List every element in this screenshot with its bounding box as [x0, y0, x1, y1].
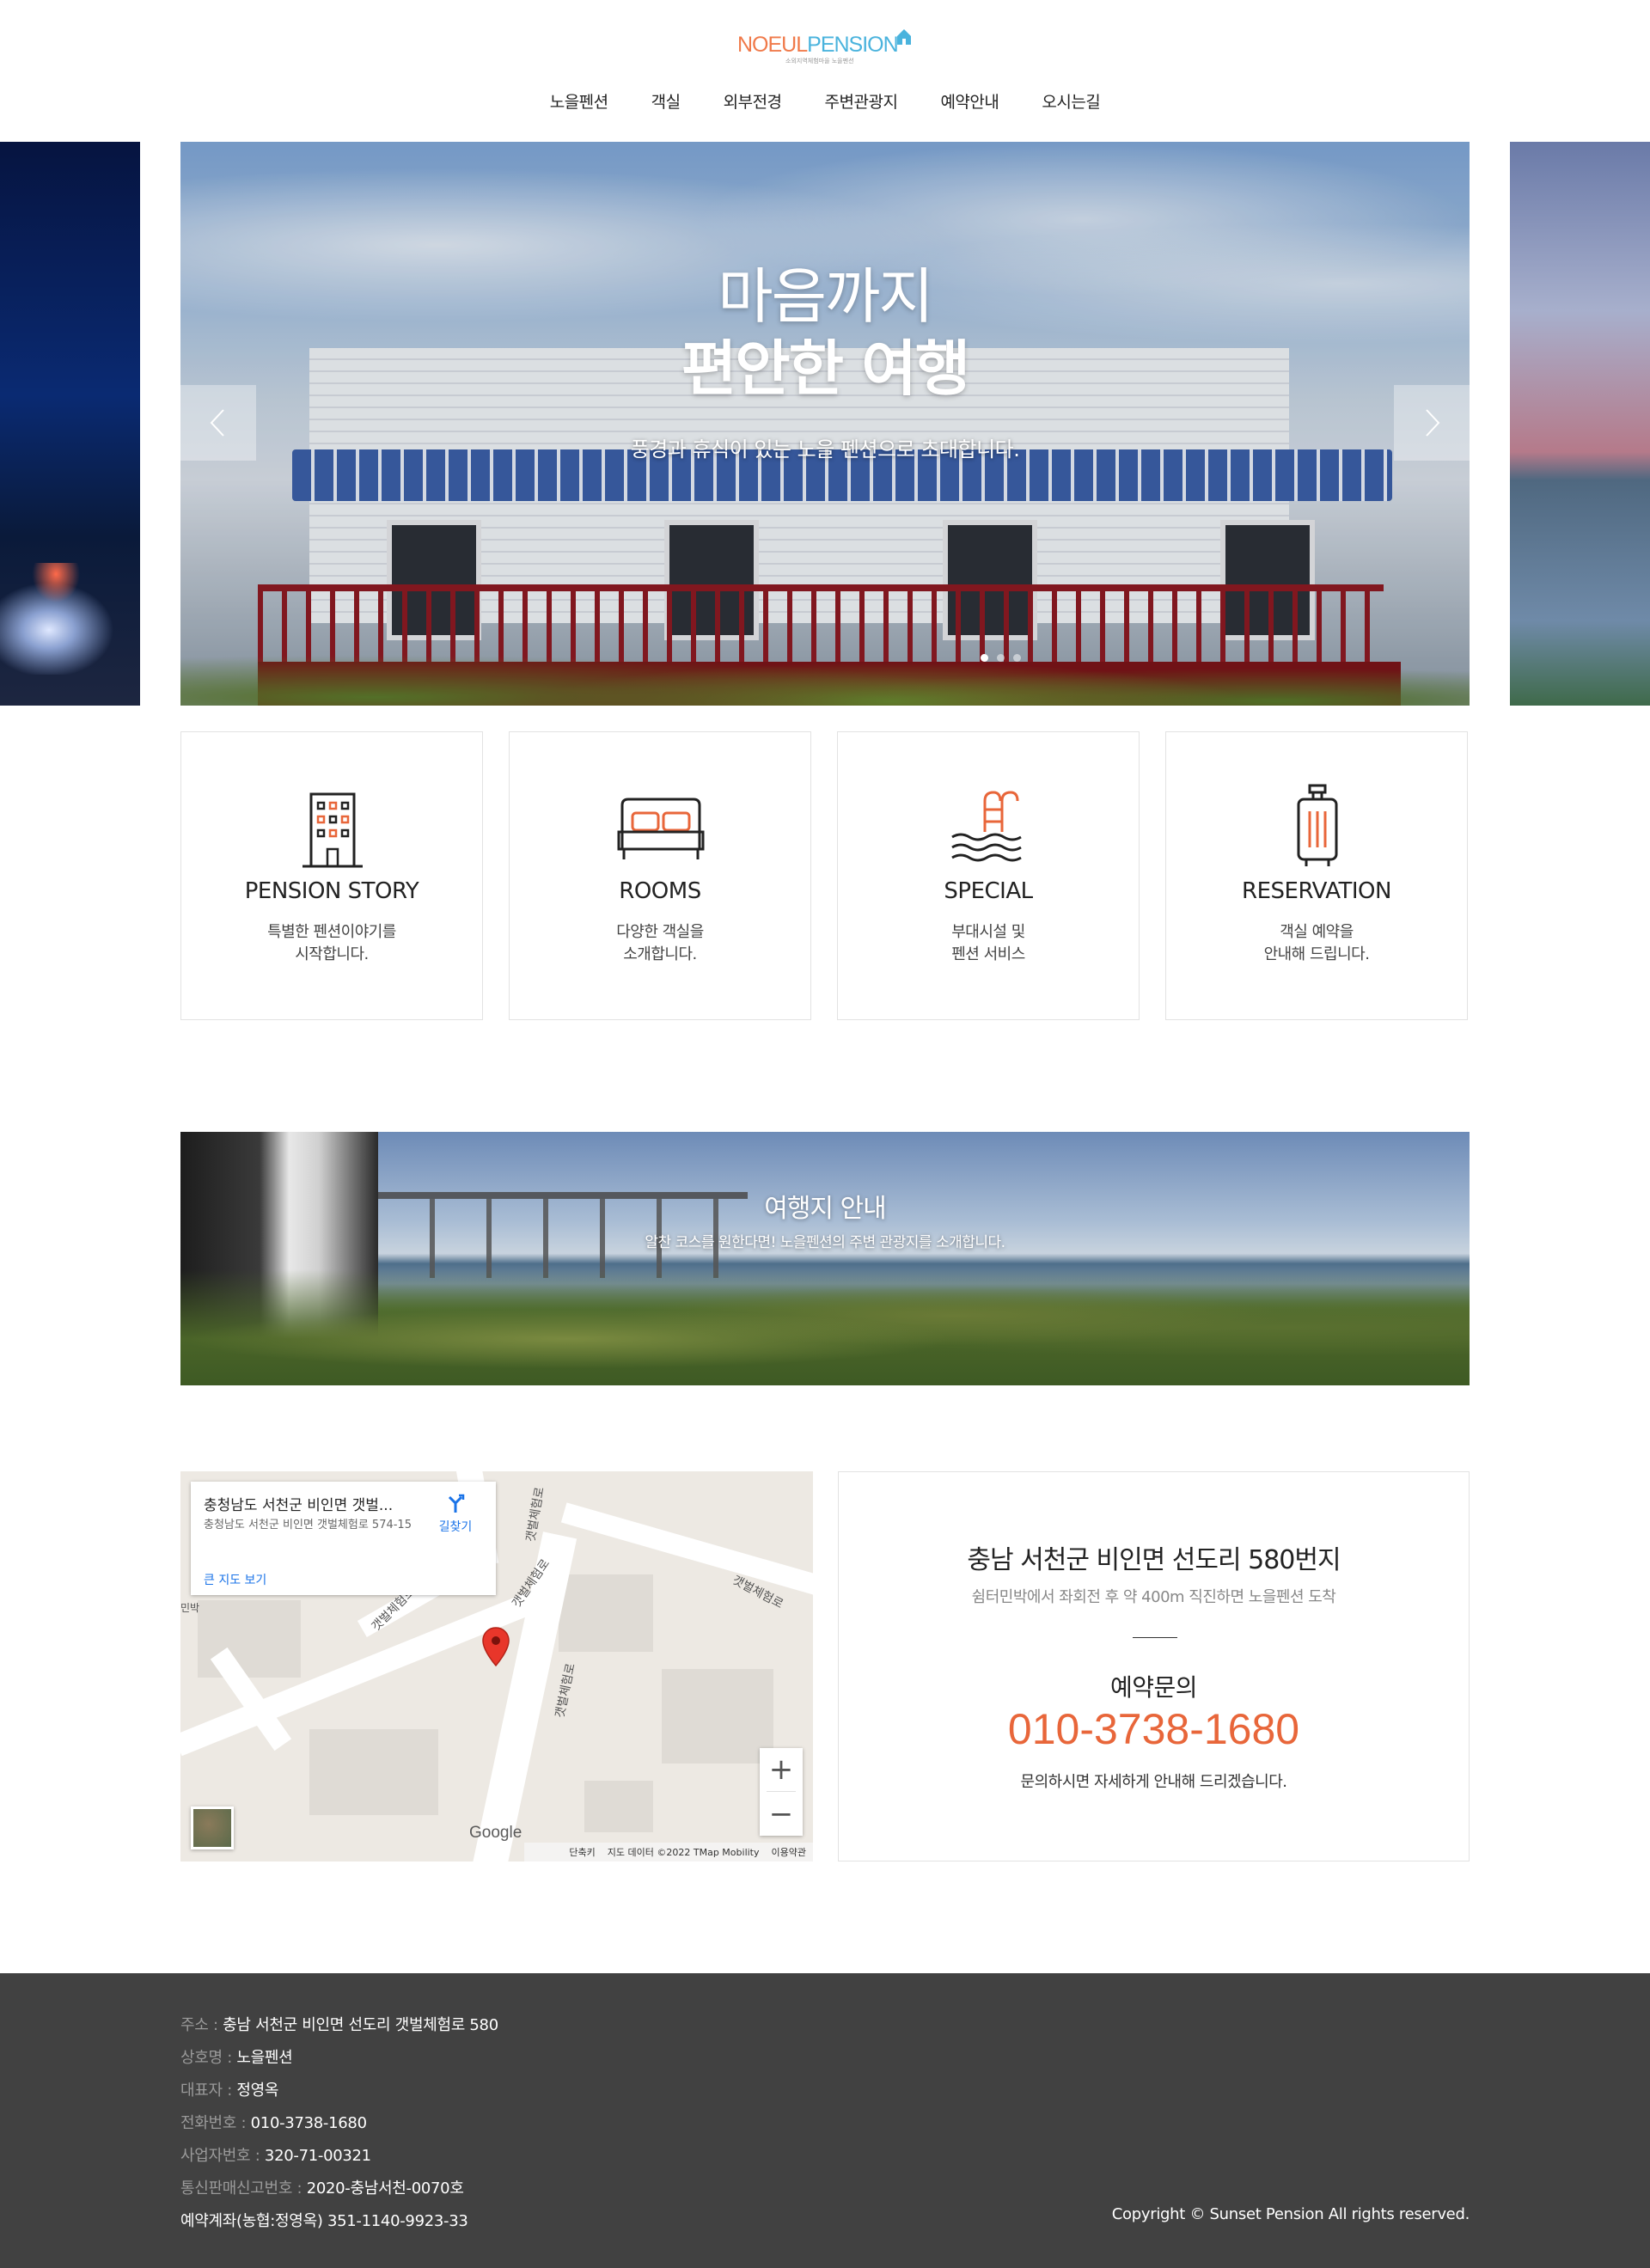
footer-representative: 대표자 : 정영옥 [180, 2082, 279, 2100]
bed-icon [617, 798, 705, 859]
building-icon [302, 792, 363, 868]
directions-icon [448, 1494, 465, 1513]
map-pin-icon[interactable] [481, 1626, 510, 1667]
map-info-title: 충청남도 서천군 비인면 갯벌... [204, 1497, 394, 1514]
logo-text: NOEULPENSION [737, 33, 899, 57]
feature-desc: 다양한 객실을 소개합니다. [616, 923, 704, 963]
footer-address: 주소 : 충남 서천군 비인면 선도리 갯벌체험로 580 [180, 2016, 498, 2034]
footer-phone: 전화번호 : 010-3738-1680 [180, 2114, 367, 2132]
big-map-link[interactable]: 큰 지도 보기 [204, 1571, 266, 1588]
nav-item-directions[interactable]: 오시는길 [1042, 89, 1100, 113]
map-info-address: 충청남도 서천군 비인면 갯벌체험로 574-15 [204, 1519, 412, 1531]
contact-note: 문의하시면 자세하게 안내해 드리겠습니다. [1020, 1773, 1287, 1791]
map-info-window: 충청남도 서천군 비인면 갯벌... 충청남도 서천군 비인면 갯벌체험로 57… [191, 1482, 496, 1595]
footer-bank-account: 예약계좌(농협:정영옥) 351-1140-9923-33 [180, 2212, 468, 2230]
satellite-toggle[interactable] [191, 1806, 234, 1849]
google-map[interactable]: 갯벌체험로 갯벌체험로 갯벌체험로 갯벌체험로 갯벌체험로 민박 충청남도 서천… [180, 1471, 813, 1861]
feature-boxes: PENSION STORY 특별한 펜션이야기를 시작합니다. ROOMS 다양한… [180, 731, 1470, 1020]
hero-text: 마음까지 편안한 여행 풍경과 휴식이 있는 노을 펜션으로 초대합니다. [180, 260, 1470, 462]
feature-desc: 부대시설 및 펜션 서비스 [951, 923, 1025, 963]
google-logo: Google [469, 1824, 522, 1842]
feature-special[interactable]: SPECIAL 부대시설 및 펜션 서비스 [837, 731, 1140, 1020]
map-street-label: 갯벌체험로 [553, 1662, 578, 1720]
pool-ladder-icon [951, 791, 1022, 862]
footer-ecommerce-number: 통신판매신고번호 : 2020-충남서천-0070호 [180, 2179, 464, 2198]
directions-button[interactable]: 길찾기 [430, 1494, 481, 1535]
map-zoom-controls: + − [760, 1748, 803, 1836]
slider-next-button[interactable] [1394, 385, 1470, 461]
divider [1133, 1637, 1177, 1638]
nav-item-attractions[interactable]: 주변관광지 [825, 89, 898, 113]
nav-item-exterior[interactable]: 외부전경 [724, 89, 782, 113]
feature-title: ROOMS [619, 878, 701, 904]
feature-reservation[interactable]: RESERVATION 객실 예약을 안내해 드립니다. [1165, 731, 1468, 1020]
nav-item-reservation[interactable]: 예약안내 [940, 89, 999, 113]
travel-title: 여행지 안내 [764, 1194, 887, 1224]
footer-copyright: Copyright © Sunset Pension All rights re… [1111, 2205, 1470, 2223]
map-data-label: 지도 데이터 ©2022 TMap Mobility [607, 1847, 760, 1858]
slider-dot-2[interactable] [997, 654, 1005, 662]
contact-directions: 쉼터민박에서 좌회전 후 약 400m 직진하면 노을펜션 도착 [971, 1588, 1336, 1606]
zoom-in-button[interactable]: + [760, 1748, 803, 1791]
travel-banner[interactable]: 여행지 안내 알찬 코스를 원한다면! 노을펜션의 주변 관광지를 소개합니다. [180, 1132, 1470, 1385]
main-nav: 노을펜션 객실 외부전경 주변관광지 예약안내 오시는길 [0, 89, 1650, 113]
footer-business-number: 사업자번호 : 320-71-00321 [180, 2147, 371, 2165]
nav-item-pension[interactable]: 노을펜션 [550, 89, 608, 113]
slider-prev-button[interactable] [180, 385, 256, 461]
slider-dot-3[interactable] [1013, 654, 1021, 662]
chevron-left-icon [210, 409, 224, 437]
house-icon [897, 29, 911, 45]
hero-line1: 마음까지 [718, 261, 934, 332]
hero-line2: 편안한 여행 [681, 333, 970, 404]
terms-link[interactable]: 이용약관 [772, 1845, 806, 1859]
prev-slide-peek [0, 142, 140, 706]
feature-rooms[interactable]: ROOMS 다양한 객실을 소개합니다. [509, 731, 811, 1020]
logo-subtitle: 소외지역체험마을 노을펜션 [785, 58, 854, 64]
directions-label: 길찾기 [438, 1520, 473, 1534]
map-attribution-bar: 단축키 지도 데이터 ©2022 TMap Mobility 이용약관 [524, 1843, 813, 1861]
next-slide-peek [1510, 142, 1650, 706]
feature-desc: 특별한 펜션이야기를 시작합니다. [267, 923, 396, 963]
footer-business-name: 상호명 : 노을펜션 [180, 2049, 293, 2067]
feature-pension-story[interactable]: PENSION STORY 특별한 펜션이야기를 시작합니다. [180, 731, 483, 1020]
suitcase-icon [1297, 784, 1338, 866]
contact-title: 예약문의 [1109, 1673, 1198, 1702]
hero-subtitle: 풍경과 휴식이 있는 노을 펜션으로 초대합니다. [630, 437, 1020, 462]
contact-box: 충남 서천군 비인면 선도리 580번지 쉼터민박에서 좌회전 후 약 400m… [838, 1471, 1470, 1861]
slider-dots [981, 654, 1021, 662]
chevron-right-icon [1426, 409, 1440, 437]
footer-info: 주소 : 충남 서천군 비인면 선도리 갯벌체험로 580 상호명 : 노을펜션… [180, 2009, 498, 2238]
feature-desc: 객실 예약을 안내해 드립니다. [1263, 923, 1370, 963]
site-logo[interactable]: NOEULPENSION 소외지역체험마을 노을펜션 [737, 26, 913, 67]
feature-title: SPECIAL [944, 878, 1033, 904]
map-place-label: 민박 [180, 1602, 200, 1614]
keyboard-shortcuts-link[interactable]: 단축키 [569, 1845, 595, 1859]
contact-address: 충남 서천군 비인면 선도리 580번지 [967, 1545, 1341, 1575]
feature-title: PENSION STORY [244, 878, 419, 904]
nav-item-rooms[interactable]: 객실 [651, 89, 681, 113]
hero-slide: 마음까지 편안한 여행 풍경과 휴식이 있는 노을 펜션으로 초대합니다. [180, 142, 1470, 706]
hero-slider: 마음까지 편안한 여행 풍경과 휴식이 있는 노을 펜션으로 초대합니다. [0, 142, 1650, 706]
site-header: NOEULPENSION 소외지역체험마을 노을펜션 노을펜션 객실 외부전경 … [0, 0, 1650, 142]
feature-title: RESERVATION [1242, 878, 1391, 904]
slider-dot-1[interactable] [981, 654, 988, 662]
zoom-out-button[interactable]: − [760, 1792, 803, 1836]
site-footer: 주소 : 충남 서천군 비인면 선도리 갯벌체험로 580 상호명 : 노을펜션… [0, 1973, 1650, 2268]
travel-subtitle: 알찬 코스를 원한다면! 노을펜션의 주변 관광지를 소개합니다. [645, 1234, 1005, 1251]
contact-phone[interactable]: 010-3738-1680 [839, 1704, 1469, 1754]
